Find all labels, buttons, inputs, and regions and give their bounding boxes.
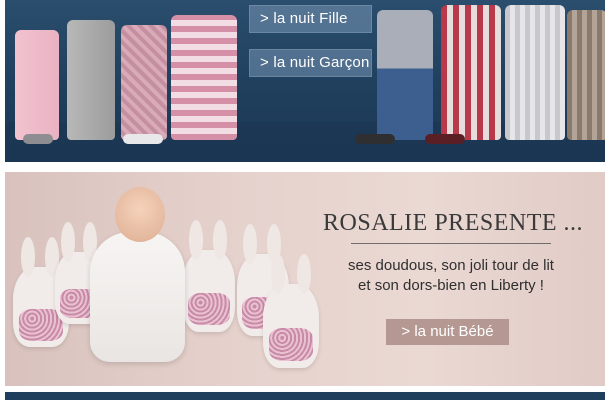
child-pajama-grey (67, 20, 115, 140)
rosalie-headline: ROSALIE PRESENTE ... (323, 210, 584, 236)
child-pajama-blue-plaid (377, 10, 433, 140)
rabbit-dress (188, 292, 230, 326)
rabbit-ear (243, 224, 257, 264)
rosalie-banner: ROSALIE PRESENTE ... ses doudous, son jo… (5, 172, 605, 386)
rabbit-plush (263, 254, 319, 368)
top-banner-image: > la nuit Fille > la nuit Garçon (5, 0, 605, 162)
la-nuit-bebe-button[interactable]: > la nuit Bébé (386, 319, 509, 345)
description-line-2: et son dors-bien en Liberty ! (358, 277, 544, 294)
rosalie-description: ses doudous, son joli tour de lit et son… (335, 256, 567, 296)
child-pajama-plaid-pink (171, 15, 237, 140)
page: > la nuit Fille > la nuit Garçon ROSALIE… (0, 0, 613, 400)
baby-head (115, 187, 165, 242)
rabbit-ear (189, 220, 203, 260)
shoe (23, 134, 53, 144)
bottom-banner-strip (5, 392, 605, 400)
rabbit-ear (213, 220, 227, 260)
rabbit-ear (61, 222, 75, 262)
baby-outfit (90, 232, 185, 362)
rabbit-dress (268, 327, 314, 362)
la-nuit-garcon-button[interactable]: > la nuit Garçon (249, 49, 372, 77)
child-pajama-brown-check (567, 10, 605, 140)
shoe (425, 134, 465, 144)
child-pajama-white-check (505, 5, 565, 140)
la-nuit-fille-button[interactable]: > la nuit Fille (249, 5, 372, 33)
child-pajama-pink (15, 30, 59, 140)
rabbit-ear (271, 254, 285, 294)
rabbit-ear (21, 237, 35, 277)
shoe (123, 134, 163, 144)
child-pajama-dotted (121, 25, 167, 140)
headline-divider (351, 243, 551, 244)
shoe (355, 134, 395, 144)
child-pajama-red-plaid (441, 5, 501, 140)
rabbit-plush (183, 220, 235, 332)
description-line-1: ses doudous, son joli tour de lit (348, 257, 554, 274)
rabbit-ear (297, 254, 311, 294)
